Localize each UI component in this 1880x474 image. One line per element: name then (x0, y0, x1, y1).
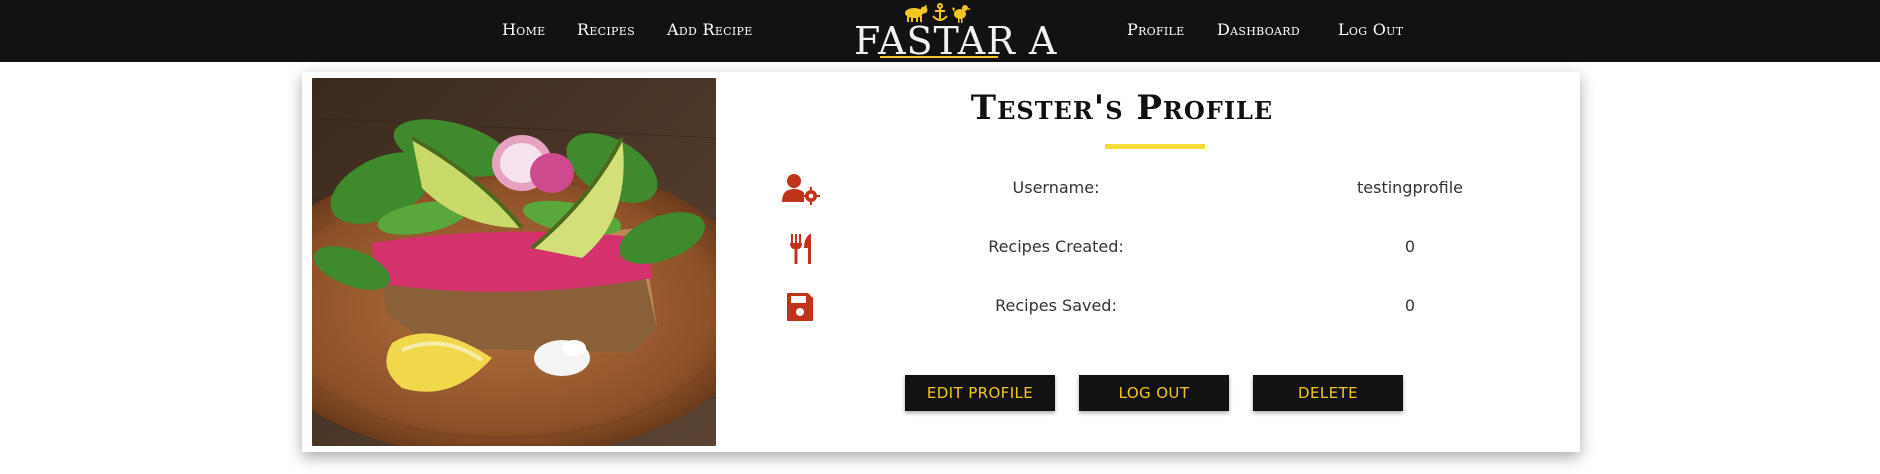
floppy-disk-icon (780, 290, 820, 324)
nav-logout-link[interactable]: Log Out (1338, 20, 1403, 40)
user-gear-icon (780, 172, 820, 206)
nav-add-recipe-link[interactable]: Add Recipe (667, 20, 753, 40)
navbar: Home Recipes Add Recipe FASTAR A Profile… (0, 0, 1880, 62)
edit-profile-button[interactable]: EDIT PROFILE (905, 375, 1055, 411)
nav-profile-link[interactable]: Profile (1127, 20, 1184, 40)
username-label: Username: (1012, 178, 1100, 197)
recipes-saved-value: 0 (1404, 296, 1416, 315)
recipes-created-label: Recipes Created: (988, 237, 1124, 256)
brand-logo[interactable]: FASTAR A (850, 0, 1056, 62)
nav-recipes-link[interactable]: Recipes (577, 20, 635, 40)
nav-home-link[interactable]: Home (502, 20, 545, 40)
page-title: Tester's Profile (970, 88, 1274, 128)
log-out-button[interactable]: LOG OUT (1079, 375, 1229, 411)
food-photo (312, 78, 716, 446)
brand-underline (880, 56, 998, 58)
title-underline (1105, 144, 1205, 149)
profile-card: Tester's Profile Username: testingprofil… (302, 72, 1580, 452)
utensils-icon (780, 232, 820, 266)
recipes-saved-label: Recipes Saved: (995, 296, 1117, 315)
nav-dashboard-link[interactable]: Dashboard (1217, 20, 1300, 40)
delete-button[interactable]: DELETE (1253, 375, 1403, 411)
username-value: testingprofile (1356, 178, 1463, 197)
recipes-created-value: 0 (1404, 237, 1416, 256)
